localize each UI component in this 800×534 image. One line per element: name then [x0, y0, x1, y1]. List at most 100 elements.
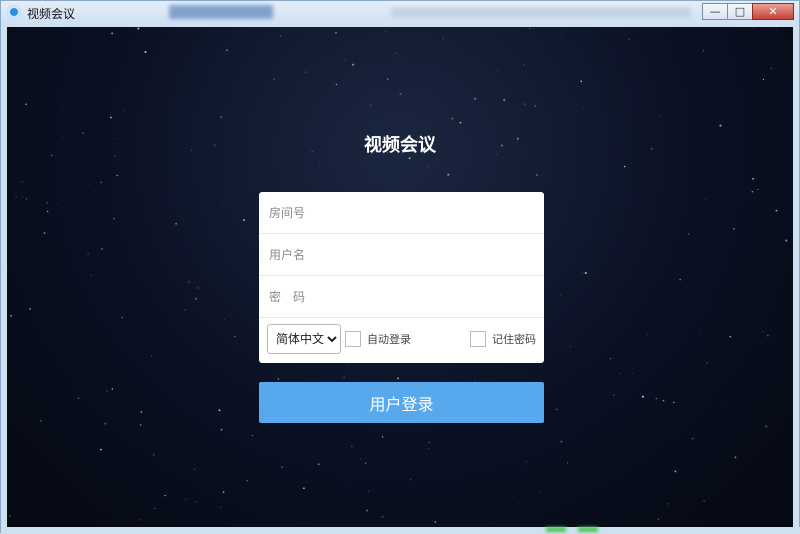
password-input[interactable]	[259, 276, 544, 317]
star	[513, 496, 514, 497]
star	[674, 470, 676, 472]
star	[688, 234, 689, 235]
star	[523, 65, 524, 66]
star	[752, 191, 754, 193]
app-logo-icon	[7, 5, 21, 19]
star	[638, 233, 639, 234]
star	[560, 295, 561, 296]
maximize-icon[interactable]: □	[727, 3, 753, 20]
star	[7, 270, 8, 271]
star	[112, 388, 113, 389]
star	[9, 515, 11, 517]
star	[447, 174, 449, 176]
star	[360, 458, 361, 459]
star	[610, 358, 611, 359]
star	[523, 464, 524, 465]
star	[776, 29, 777, 30]
star	[155, 508, 156, 509]
star	[365, 462, 366, 463]
star	[699, 330, 700, 331]
star	[692, 438, 693, 439]
star	[206, 264, 207, 265]
auto-login-label: 自动登录	[367, 331, 411, 347]
star	[106, 390, 108, 392]
star	[280, 36, 281, 37]
star	[116, 175, 118, 177]
star	[62, 107, 63, 108]
auto-login-checkbox-group[interactable]: 自动登录	[345, 331, 411, 347]
star	[111, 33, 113, 35]
star	[252, 435, 253, 436]
star	[684, 311, 685, 312]
star	[221, 429, 223, 431]
star	[194, 468, 195, 469]
star	[303, 487, 305, 489]
auto-login-checkbox[interactable]	[345, 331, 361, 347]
star	[164, 495, 165, 496]
room-field-row	[259, 192, 544, 234]
star	[197, 287, 198, 288]
star	[47, 202, 48, 203]
star	[67, 467, 68, 468]
star	[278, 378, 279, 379]
star	[29, 308, 31, 310]
star	[428, 441, 430, 443]
star	[776, 210, 778, 212]
star	[583, 107, 584, 108]
star	[673, 402, 674, 403]
title-bar[interactable]: 视频会议 — □ ✕	[1, 1, 799, 25]
star	[526, 461, 527, 462]
star	[87, 253, 89, 255]
login-button[interactable]: 用户登录	[259, 382, 544, 423]
star	[224, 319, 225, 320]
star	[246, 480, 247, 481]
close-icon[interactable]: ✕	[752, 3, 794, 20]
star	[153, 454, 154, 455]
app-window: 视频会议 — □ ✕ 视频会议 简体中文	[0, 0, 800, 533]
star	[768, 473, 769, 474]
remember-password-checkbox[interactable]	[470, 331, 486, 347]
star	[707, 362, 708, 363]
star	[220, 116, 222, 118]
star	[733, 228, 735, 230]
star	[15, 196, 17, 198]
star	[719, 125, 721, 127]
language-select[interactable]: 简体中文	[267, 324, 341, 354]
star	[775, 518, 776, 519]
username-input[interactable]	[259, 234, 544, 275]
star	[735, 456, 737, 458]
star	[182, 202, 183, 203]
star	[281, 466, 283, 468]
star	[122, 317, 123, 318]
star	[765, 425, 767, 427]
star	[343, 377, 345, 379]
star	[754, 405, 755, 406]
room-number-input[interactable]	[259, 192, 544, 233]
star	[196, 501, 197, 502]
star	[533, 28, 534, 29]
minimize-icon[interactable]: —	[702, 3, 728, 20]
login-stage: 视频会议 简体中文 自动登录 记住密码	[7, 27, 793, 527]
star	[223, 491, 225, 493]
star	[220, 507, 221, 508]
star	[185, 499, 186, 500]
star	[524, 103, 526, 105]
star	[305, 72, 306, 73]
star	[762, 331, 763, 332]
star	[442, 39, 443, 40]
star	[243, 219, 245, 221]
star	[22, 197, 23, 198]
star	[400, 93, 402, 95]
star	[382, 516, 384, 518]
remember-password-checkbox-group[interactable]: 记住密码	[470, 331, 536, 347]
star	[397, 377, 399, 379]
star	[140, 424, 141, 425]
page-title: 视频会议	[7, 131, 793, 157]
star	[368, 490, 370, 492]
star	[123, 110, 124, 111]
blurred-taskbar-item	[546, 527, 566, 532]
star	[44, 232, 46, 234]
blurred-background-text	[391, 7, 691, 17]
star	[582, 273, 583, 274]
star	[585, 272, 587, 274]
